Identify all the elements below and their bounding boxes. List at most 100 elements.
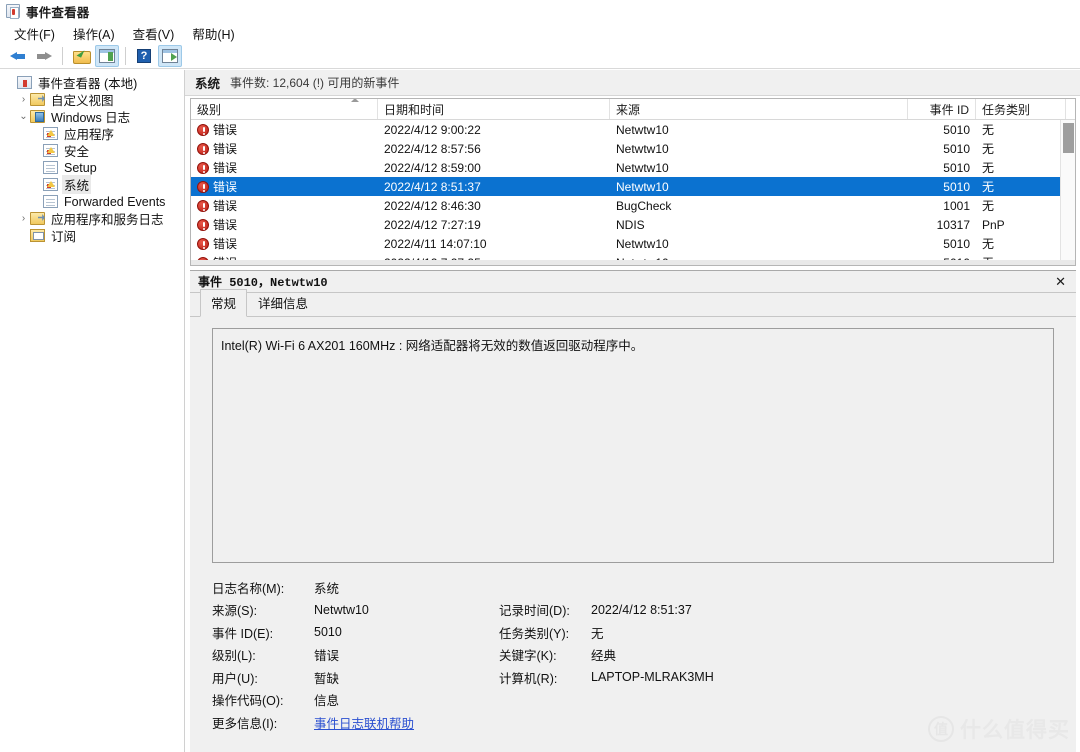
error-icon <box>197 180 209 193</box>
sidebar-item-1[interactable]: › 自定义视图 <box>0 91 184 108</box>
table-row[interactable]: 错误 2022/4/12 8:59:00 Netwtw10 5010 无 <box>191 158 1075 177</box>
level-label: 错误 <box>213 142 238 156</box>
event-list-rows: 错误 2022/4/12 9:00:22 Netwtw10 5010 无错误 2022/4… <box>191 120 1075 265</box>
log-name-label: 系统 <box>195 77 221 91</box>
table-row[interactable]: 错误 2022/4/12 8:51:37 Netwtw10 5010 无 <box>191 177 1075 196</box>
chevron-icon[interactable]: › <box>17 213 30 224</box>
column-header-task_category[interactable]: 任务类别 <box>976 99 1066 119</box>
custom-views-folder-icon <box>30 93 45 106</box>
table-row[interactable]: 错误 2022/4/12 9:00:22 Netwtw10 5010 无 <box>191 120 1075 139</box>
sidebar-item-2[interactable]: ⌄ Windows 日志 <box>0 108 184 125</box>
sidebar-item-7[interactable]: Forwarded Events <box>0 193 184 210</box>
console-tree-pane: 事件查看器 (本地) › 自定义视图 ⌄ Windows 日志 应用程序 安全 Setup 系统… <box>0 70 185 752</box>
event-viewer-icon <box>6 4 20 19</box>
cell-event_id: 5010 <box>943 236 970 251</box>
cell-level: 错误 <box>191 178 378 195</box>
help-button[interactable]: ? <box>132 45 156 67</box>
detail-title-bar: 事件 5010，Netwtw10 ✕ <box>190 271 1076 293</box>
cell-task_category: 无 <box>982 142 995 156</box>
log-warning-icon <box>43 178 58 191</box>
level-label: 错误 <box>213 237 238 251</box>
sidebar-item-0[interactable]: 事件查看器 (本地) <box>0 74 184 91</box>
open-saved-log-button[interactable] <box>69 45 93 67</box>
property-value-2: LAPTOP-MLRAK3MH <box>591 670 714 685</box>
property-row: 级别(L): 错误 关键字(K): 经典 <box>212 644 1054 667</box>
event-properties: 日志名称(M): 系统 来源(S): Netwtw10 记录时间(D): 2022/4/1… <box>212 576 1054 746</box>
show-hide-action-pane-button[interactable] <box>158 45 182 67</box>
menu-item-view[interactable]: 查看(V) <box>125 22 183 45</box>
property-key-2: 记录时间(D): <box>499 604 570 619</box>
action-pane-icon <box>162 49 178 63</box>
close-icon[interactable]: ✕ <box>1053 274 1068 290</box>
cell-source: NDIS <box>616 217 645 232</box>
tab-general[interactable]: 常规 <box>200 289 248 317</box>
column-header-datetime[interactable]: 日期和时间 <box>378 99 610 119</box>
event-list-vertical-scrollbar[interactable] <box>1060 120 1075 265</box>
property-key: 级别(L): <box>212 649 256 664</box>
table-row[interactable]: 错误 2022/4/11 14:07:10 Netwtw10 5010 无 <box>191 234 1075 253</box>
property-value-2: 2022/4/12 8:51:37 <box>591 602 692 617</box>
cell-source: Netwtw10 <box>616 122 669 137</box>
sidebar-item-4[interactable]: 安全 <box>0 142 184 159</box>
sidebar-item-label: 订阅 <box>51 230 77 244</box>
chevron-icon[interactable]: › <box>17 94 30 105</box>
show-hide-console-tree-button[interactable] <box>95 45 119 67</box>
forward-button[interactable] <box>32 45 56 67</box>
property-key: 操作代码(O): <box>212 694 284 709</box>
event-message-box[interactable]: Intel(R) Wi-Fi 6 AX201 160MHz : 网络适配器将无效… <box>212 328 1054 563</box>
menu-item-file[interactable]: 文件(F) <box>6 22 63 45</box>
property-value-2: 经典 <box>591 649 617 664</box>
sidebar-item-9[interactable]: 订阅 <box>0 227 184 244</box>
title-bar: 事件查看器 <box>0 0 1080 22</box>
event-log-online-help-link[interactable]: 事件日志联机帮助 <box>314 717 414 731</box>
back-button[interactable] <box>6 45 30 67</box>
menu-item-help[interactable]: 帮助(H) <box>184 22 242 45</box>
cell-task_category: 无 <box>982 161 995 175</box>
console-tree: 事件查看器 (本地) › 自定义视图 ⌄ Windows 日志 应用程序 安全 Setup 系统… <box>0 74 184 244</box>
table-row[interactable]: 错误 2022/4/12 7:27:19 NDIS 10317 PnP <box>191 215 1075 234</box>
sidebar-item-8[interactable]: › 应用程序和服务日志 <box>0 210 184 227</box>
subscriptions-icon <box>30 229 45 242</box>
forward-arrow-icon <box>36 50 52 63</box>
event-list-horizontal-scrollbar[interactable] <box>191 260 1075 265</box>
table-row[interactable]: 错误 2022/4/12 8:46:30 BugCheck 1001 无 <box>191 196 1075 215</box>
level-label: 错误 <box>213 218 238 232</box>
log-plain-icon <box>43 161 58 174</box>
property-value: 暂缺 <box>314 671 340 686</box>
scrollbar-thumb[interactable] <box>1063 123 1074 153</box>
column-header-source[interactable]: 来源 <box>610 99 908 119</box>
cell-source: Netwtw10 <box>616 160 669 175</box>
chevron-icon[interactable]: ⌄ <box>17 111 30 122</box>
detail-tabs: 常规 详细信息 <box>190 289 1076 317</box>
cell-datetime: 2022/4/11 14:07:10 <box>384 236 487 251</box>
property-row: 来源(S): Netwtw10 记录时间(D): 2022/4/12 8:51:37 <box>212 599 1054 622</box>
level-label: 错误 <box>213 161 238 175</box>
sidebar-item-label: 系统 <box>62 175 92 194</box>
sidebar-item-6[interactable]: 系统 <box>0 175 184 194</box>
property-row: 事件 ID(E): 5010 任务类别(Y): 无 <box>212 621 1054 644</box>
column-header-event_id[interactable]: 事件 ID <box>908 99 976 119</box>
event-list[interactable]: 级别 日期和时间 来源 事件 ID 任务类别 错误 2022/4/12 9:00:22 Ne… <box>190 98 1076 266</box>
sidebar-item-5[interactable]: Setup <box>0 159 184 176</box>
sidebar-item-label: Setup <box>64 160 97 175</box>
toolbar: ? <box>0 44 1080 69</box>
sort-ascending-icon <box>351 99 359 102</box>
window-title: 事件查看器 <box>26 5 90 20</box>
cell-event_id: 10317 <box>936 217 970 232</box>
property-value: 信息 <box>314 694 340 709</box>
sidebar-item-label: Forwarded Events <box>64 194 166 209</box>
event-count-label: 事件数: 12,604 (!) 可用的新事件 <box>230 76 400 90</box>
property-value-2: 无 <box>591 626 604 641</box>
cell-event_id: 5010 <box>943 141 970 156</box>
column-header-level[interactable]: 级别 <box>191 99 378 119</box>
menu-bar: 文件(F) 操作(A) 查看(V) 帮助(H) <box>0 22 1080 44</box>
event-message-text: Intel(R) Wi-Fi 6 AX201 160MHz : 网络适配器将无效… <box>221 339 644 353</box>
tab-details[interactable]: 详细信息 <box>247 289 319 316</box>
level-label: 错误 <box>213 199 238 213</box>
menu-item-action[interactable]: 操作(A) <box>65 22 123 45</box>
main-body: 事件查看器 (本地) › 自定义视图 ⌄ Windows 日志 应用程序 安全 Setup 系统… <box>0 70 1080 752</box>
cell-level: 错误 <box>191 197 378 214</box>
sidebar-item-3[interactable]: 应用程序 <box>0 125 184 142</box>
table-row[interactable]: 错误 2022/4/12 8:57:56 Netwtw10 5010 无 <box>191 139 1075 158</box>
cell-datetime: 2022/4/12 8:59:00 <box>384 160 481 175</box>
